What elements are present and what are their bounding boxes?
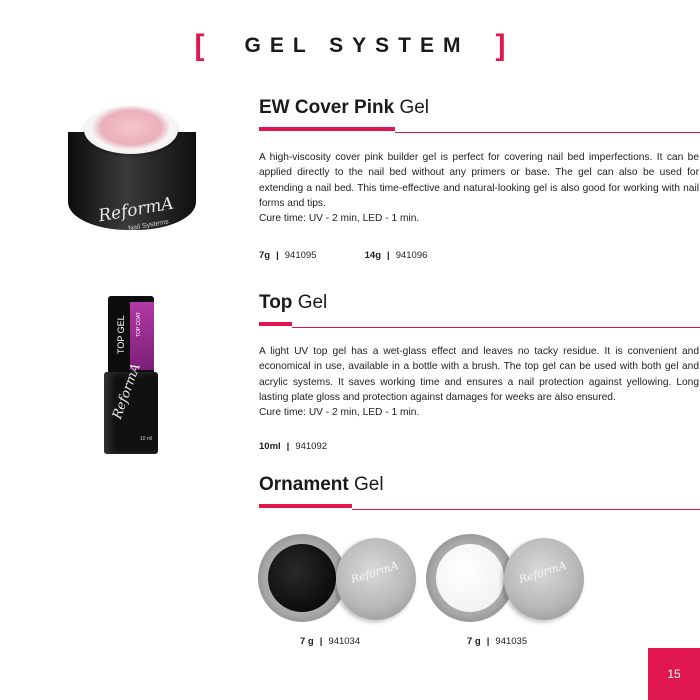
page-number: 15 xyxy=(667,667,681,681)
variant-code: 941034 xyxy=(328,636,361,647)
product-code-ornament-black: 7 g | 941034 xyxy=(300,636,361,647)
variant-size: 14g xyxy=(364,250,382,261)
product-codes-cover-pink: 7g | 941095 14g | 941096 xyxy=(259,250,427,261)
variant-code: 941035 xyxy=(495,636,528,647)
section-title-rest: Gel xyxy=(297,292,328,313)
page-title: GEL SYSTEM xyxy=(244,34,470,57)
section-rule-line xyxy=(292,327,700,328)
ornament-gel-white-pot-image: ReformA xyxy=(426,532,596,626)
section-rule-line xyxy=(352,509,700,510)
ornament-gel-black-pot-image: ReformA xyxy=(258,532,428,626)
section-title-top-gel: Top Gel xyxy=(259,292,327,314)
variant-size: 7 g xyxy=(300,636,314,647)
product-codes-top-gel: 10ml | 941092 xyxy=(259,441,327,452)
section-title-bold: Top xyxy=(259,292,293,313)
variant-item: 7g | 941095 xyxy=(259,250,317,261)
pot-brand-logo: ReformA xyxy=(517,558,568,587)
section-description-cover-pink: A high-viscosity cover pink builder gel … xyxy=(259,150,699,226)
cure-time-text: Cure time: UV - 2 min, LED - 1 min. xyxy=(259,407,420,419)
variant-code: 941096 xyxy=(395,250,428,261)
white-gel-fill xyxy=(436,544,504,612)
section-title-rest: Gel xyxy=(354,474,384,495)
variant-code: 941095 xyxy=(284,250,317,261)
bottle-cap-sublabel: TOP COAT xyxy=(136,312,142,338)
page-header: [ GEL SYSTEM ] xyxy=(0,26,700,66)
section-title-ornament: Ornament Gel xyxy=(259,474,384,496)
bottle-cap-stripe: TOP COAT xyxy=(130,302,154,370)
section-rule-line xyxy=(395,132,700,133)
bracket-left: [ xyxy=(194,29,205,62)
bottle-cap-label: TOP GEL xyxy=(116,315,126,355)
variant-item: 14g | 941096 xyxy=(364,250,428,261)
bracket-right: ] xyxy=(495,29,506,62)
section-title-bold: Ornament xyxy=(259,474,349,495)
section-title-cover-pink: EW Cover Pink Gel xyxy=(259,97,429,119)
cover-pink-gel-jar-image: ReformA Nail Systems xyxy=(66,98,198,240)
pot-lid: ReformA xyxy=(504,538,584,620)
variant-size: 7 g xyxy=(467,636,481,647)
jar-opening xyxy=(84,106,178,154)
black-gel-fill xyxy=(268,544,336,612)
cure-time-text: Cure time: UV - 2 min, LED - 1 min. xyxy=(259,213,420,225)
variant-size: 7g xyxy=(259,250,271,261)
section-description-top-gel: A light UV top gel has a wet-glass effec… xyxy=(259,344,699,420)
variant-code: 941092 xyxy=(295,441,328,452)
section-title-bold: EW Cover Pink xyxy=(259,97,395,118)
bottle-volume: 10 ml xyxy=(140,436,153,442)
section-title-rest: Gel xyxy=(399,97,430,118)
section-rule-accent xyxy=(259,504,352,508)
section-rule-accent xyxy=(259,127,395,131)
product-code-ornament-white: 7 g | 941035 xyxy=(467,636,528,647)
pot-brand-logo: ReformA xyxy=(349,558,400,587)
description-text: A high-viscosity cover pink builder gel … xyxy=(259,152,699,209)
variant-size: 10ml xyxy=(259,441,281,452)
top-gel-bottle-image: TOP COAT TOP GEL ReformA 10 ml xyxy=(104,296,158,458)
description-text: A light UV top gel has a wet-glass effec… xyxy=(259,346,699,403)
variant-item: 10ml | 941092 xyxy=(259,441,328,452)
pot-lid: ReformA xyxy=(336,538,416,620)
page-number-box: 15 xyxy=(648,648,700,700)
section-rule-accent xyxy=(259,322,292,326)
